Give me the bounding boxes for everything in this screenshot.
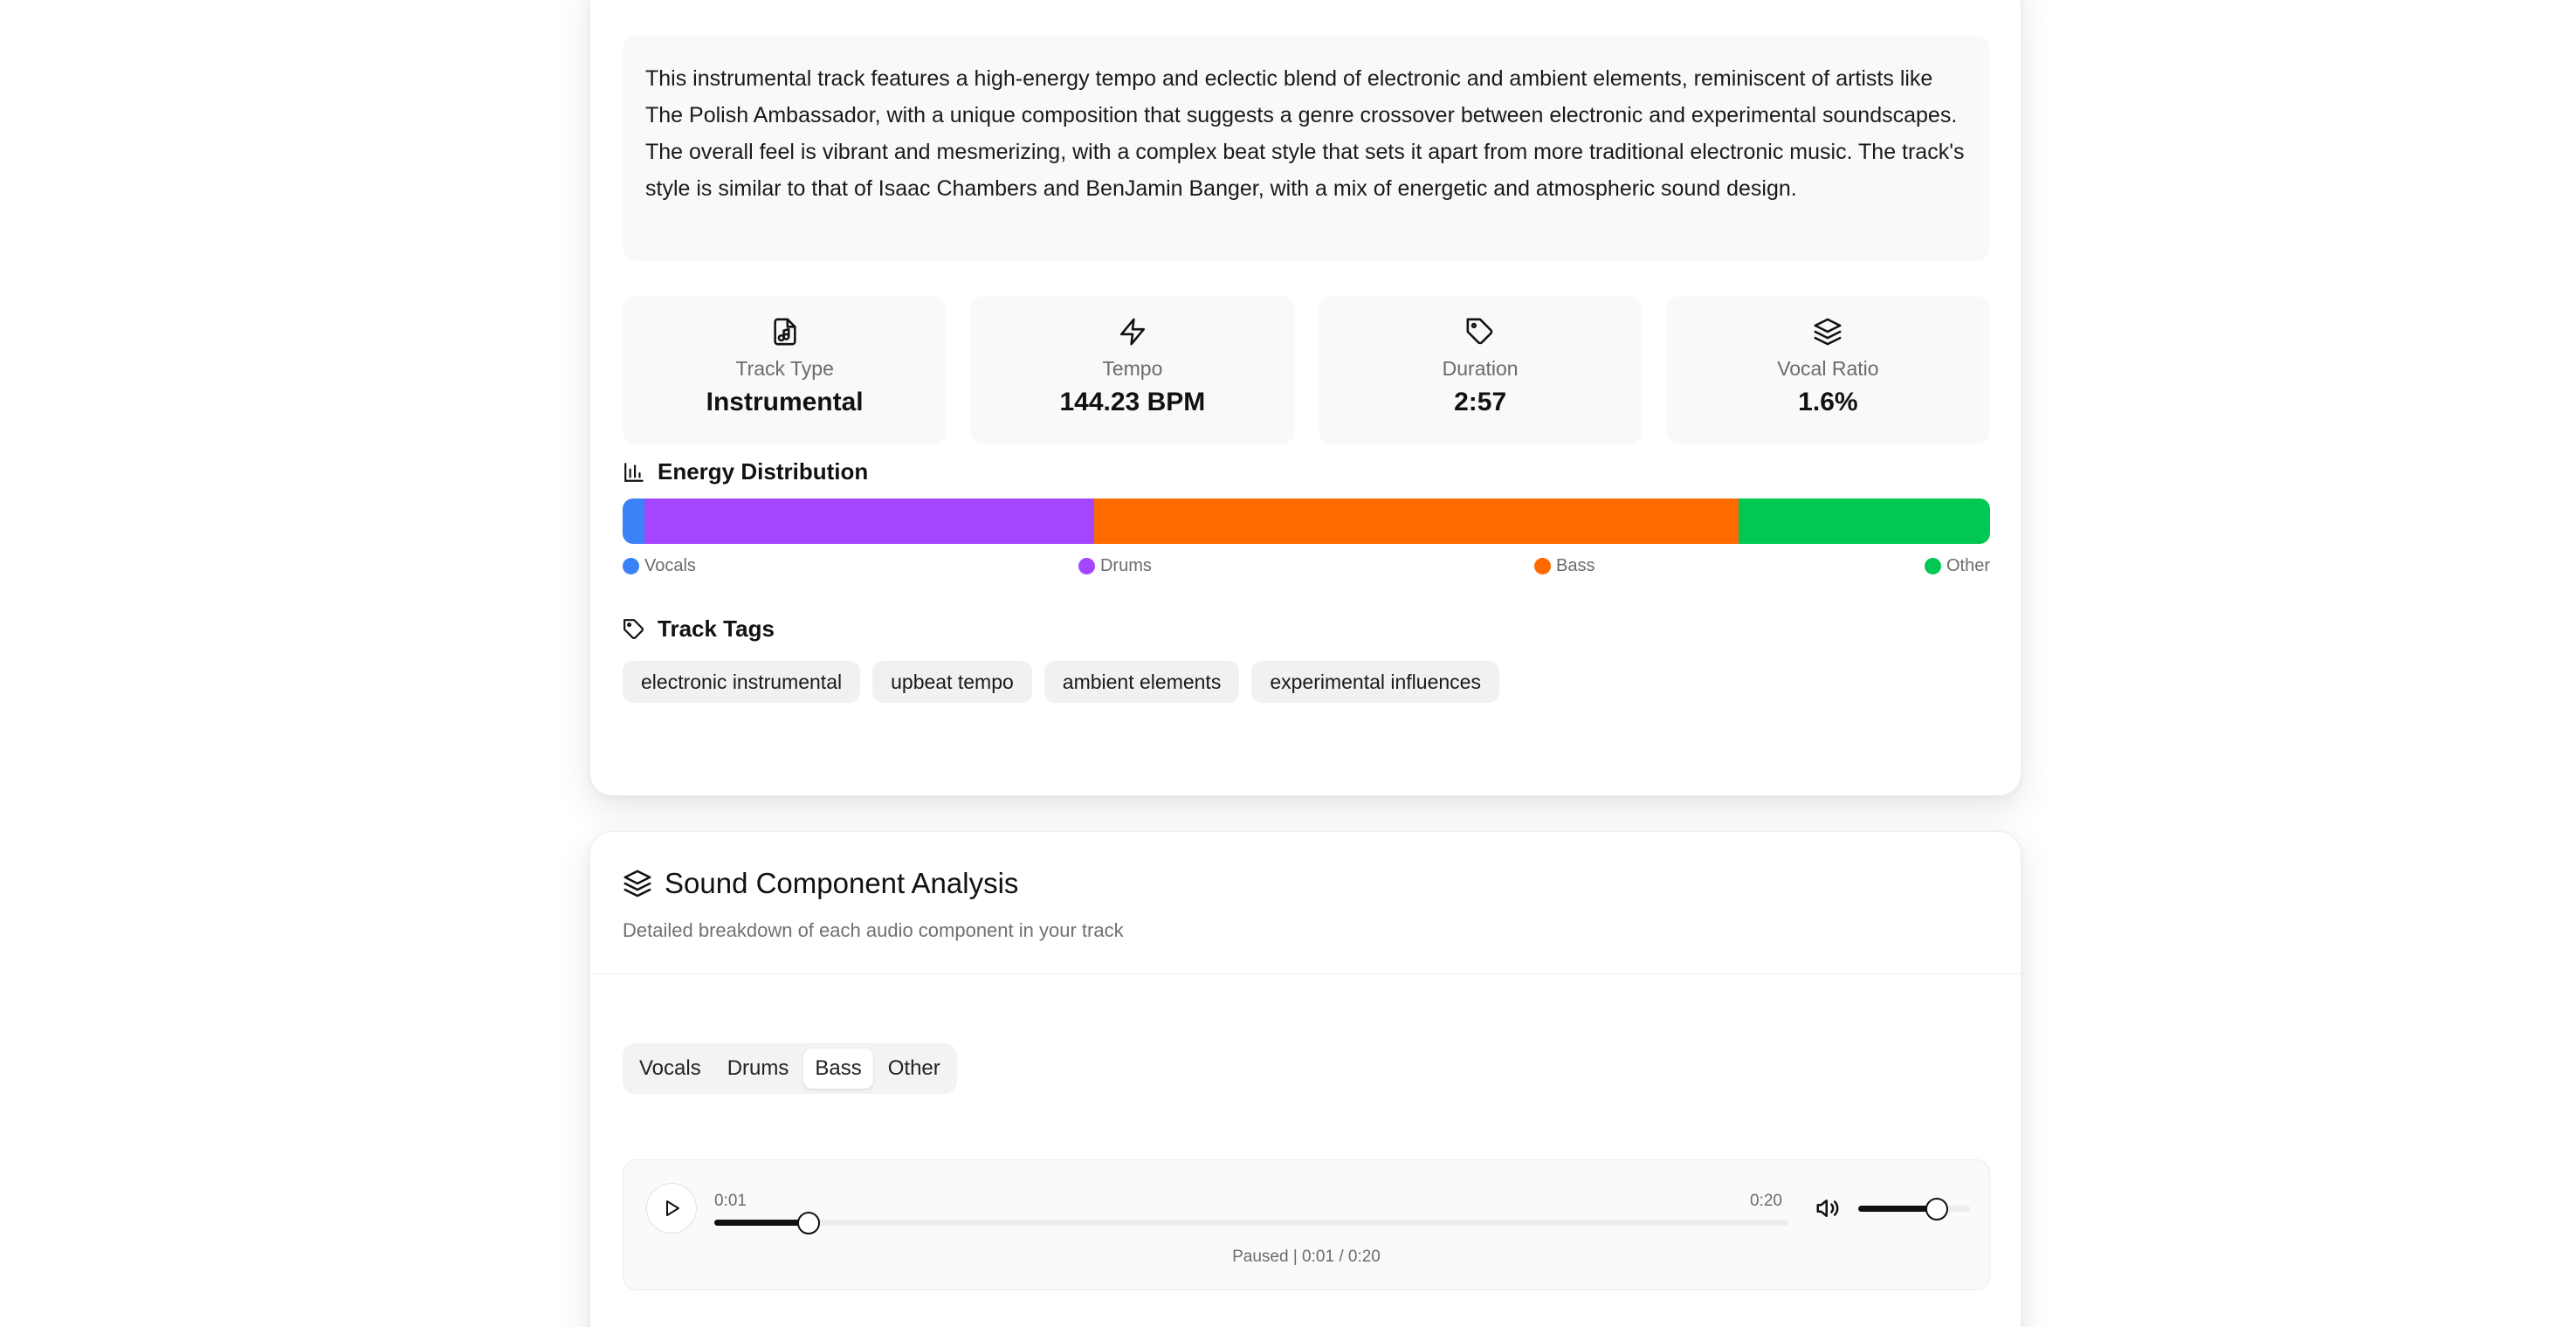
stat-value: 1.6% xyxy=(1798,388,1858,416)
volume-icon[interactable] xyxy=(1815,1195,1841,1221)
legend-dot xyxy=(623,558,639,574)
energy-distribution-title: Energy Distribution xyxy=(658,458,869,485)
stat-value: 2:57 xyxy=(1454,388,1507,416)
play-button[interactable] xyxy=(646,1183,697,1234)
legend-label: Vocals xyxy=(644,556,696,575)
music-file-icon xyxy=(774,318,796,346)
tag-chip: ambient elements xyxy=(1043,661,1240,703)
legend-dot xyxy=(1078,558,1095,574)
track-description: This instrumental track features a high-… xyxy=(623,36,1990,261)
tag-icon xyxy=(1466,318,1493,345)
legend-label: Drums xyxy=(1099,556,1152,575)
energy-segment-bass xyxy=(1094,498,1739,544)
bar-chart-icon xyxy=(624,462,644,482)
stat-vocal-ratio: Vocal Ratio 1.6% xyxy=(1665,296,1990,444)
tab-vocals[interactable]: Vocals xyxy=(628,1049,713,1089)
stat-tempo: Tempo 144.23 BPM xyxy=(970,296,1295,444)
stat-track-type: Track Type Instrumental xyxy=(623,296,947,444)
tab-other[interactable]: Other xyxy=(877,1049,952,1089)
legend-item-other: Other xyxy=(1924,556,1990,576)
energy-segment-other xyxy=(1738,498,1990,544)
stat-label: Duration xyxy=(1442,357,1519,380)
layers-icon xyxy=(623,870,651,897)
legend-item-vocals: Vocals xyxy=(623,556,696,576)
stat-label: Track Type xyxy=(735,357,834,380)
track-tags: electronic instrumental upbeat tempo amb… xyxy=(623,661,1499,703)
player-status: Paused | 0:01 / 0:20 xyxy=(1232,1248,1381,1266)
tag-chip: upbeat tempo xyxy=(872,661,1032,703)
track-stats: Track Type Instrumental Tempo 144.23 BPM… xyxy=(623,296,1990,444)
sound-component-analysis-card: Sound Component Analysis Detailed breakd… xyxy=(589,831,2022,1327)
tag-chip: electronic instrumental xyxy=(623,661,861,703)
energy-segment-drums xyxy=(644,498,1095,544)
analysis-title: Sound Component Analysis xyxy=(665,867,1019,899)
seek-progress xyxy=(714,1220,809,1226)
component-tabs: Vocals Drums Bass Other xyxy=(623,1043,957,1094)
seek-slider[interactable] xyxy=(714,1211,1788,1234)
energy-segment-vocals xyxy=(623,498,645,544)
legend-dot xyxy=(1533,558,1551,574)
stat-value: 144.23 BPM xyxy=(1059,388,1206,416)
tag-icon xyxy=(623,618,644,639)
energy-legend: Vocals Drums Bass Other xyxy=(623,556,1990,579)
end-time: 0:20 xyxy=(1750,1192,1782,1210)
lightning-icon xyxy=(1119,318,1145,346)
volume-slider[interactable] xyxy=(1858,1197,1970,1220)
tab-bass[interactable]: Bass xyxy=(803,1049,873,1089)
legend-label: Other xyxy=(1946,556,1990,575)
track-tags-title: Track Tags xyxy=(658,615,775,642)
tab-drums[interactable]: Drums xyxy=(716,1049,801,1089)
track-tags-heading: Track Tags xyxy=(623,615,775,643)
analysis-heading: Sound Component Analysis xyxy=(623,867,1018,900)
play-icon xyxy=(666,1200,679,1216)
current-time: 0:01 xyxy=(714,1192,747,1210)
volume-handle[interactable] xyxy=(1925,1197,1948,1220)
stat-duration: Duration 2:57 xyxy=(1318,296,1643,444)
stat-value: Instrumental xyxy=(706,388,864,416)
legend-dot xyxy=(1924,558,1941,574)
tag-chip: experimental influences xyxy=(1251,661,1499,703)
legend-item-drums: Drums xyxy=(1078,556,1152,576)
track-overview-card: This instrumental track features a high-… xyxy=(589,0,2022,796)
analysis-subtitle: Detailed breakdown of each audio compone… xyxy=(623,919,1124,941)
legend-item-bass: Bass xyxy=(1533,556,1595,576)
divider xyxy=(590,973,2021,974)
legend-label: Bass xyxy=(1555,556,1595,575)
layers-icon xyxy=(1814,318,1842,346)
stat-label: Vocal Ratio xyxy=(1777,357,1879,380)
energy-distribution-bar xyxy=(623,498,1990,544)
seek-handle[interactable] xyxy=(797,1211,821,1234)
audio-player: 0:01 0:20 Paused | 0:01 / 0:20 xyxy=(623,1159,1990,1290)
stat-label: Tempo xyxy=(1102,357,1163,380)
energy-distribution-heading: Energy Distribution xyxy=(623,458,868,485)
